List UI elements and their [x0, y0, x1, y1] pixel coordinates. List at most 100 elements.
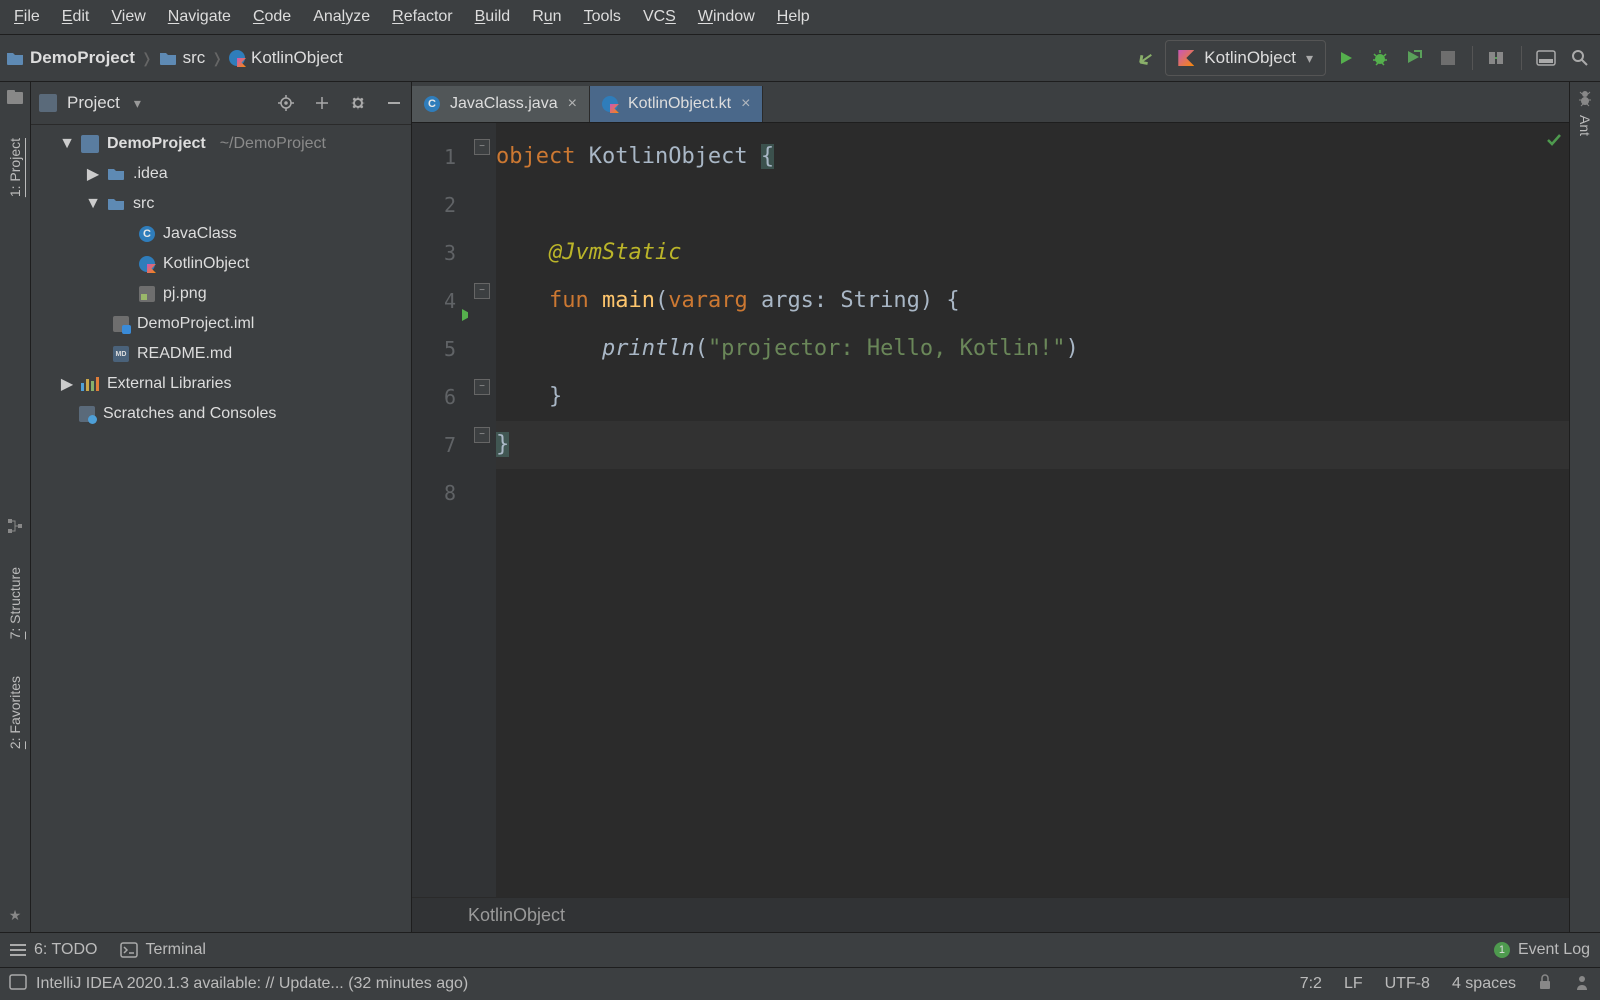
expand-arrow-icon[interactable]: ▶ — [87, 164, 99, 184]
tree-file-png[interactable]: pj.png — [31, 279, 411, 309]
tree-external-libraries[interactable]: ▶ External Libraries — [31, 369, 411, 399]
menu-window[interactable]: Window — [688, 4, 765, 30]
nav-toolbar: DemoProject ❭ src ❭ KotlinObject KotlinO… — [0, 35, 1600, 82]
event-count-badge: 1 — [1494, 942, 1510, 958]
locate-icon[interactable] — [277, 94, 295, 112]
tree-file-kotlin[interactable]: KotlinObject — [31, 249, 411, 279]
debug-button[interactable] — [1366, 44, 1394, 72]
run-button[interactable] — [1332, 44, 1360, 72]
line-number[interactable]: 3 — [412, 229, 468, 277]
toolwindow-tab-ant[interactable]: Ant — [1577, 111, 1593, 140]
ide-settings-icon[interactable] — [1532, 44, 1560, 72]
fold-marker-icon[interactable]: − — [474, 379, 490, 395]
menu-edit[interactable]: Edit — [52, 4, 100, 30]
markdown-file-icon — [113, 346, 129, 362]
line-number[interactable]: 6 — [412, 373, 468, 421]
file-encoding[interactable]: UTF-8 — [1385, 975, 1430, 993]
vcs-update-button[interactable] — [1483, 44, 1511, 72]
menu-tools[interactable]: Tools — [574, 4, 631, 30]
tree-file-iml[interactable]: DemoProject.iml — [31, 309, 411, 339]
coverage-button[interactable] — [1400, 44, 1428, 72]
expand-arrow-icon[interactable]: ▼ — [87, 195, 99, 213]
line-number[interactable]: 5 — [412, 325, 468, 373]
editor-tab[interactable]: KotlinObject.kt × — [590, 86, 764, 122]
status-icon[interactable] — [10, 975, 26, 994]
tree-src[interactable]: ▼ src — [31, 189, 411, 219]
toolwindow-tab-terminal[interactable]: Terminal — [121, 941, 205, 959]
menu-view[interactable]: View — [101, 4, 155, 30]
tree-file-readme[interactable]: README.md — [31, 339, 411, 369]
java-class-icon — [424, 96, 440, 112]
tab-label: JavaClass.java — [450, 95, 558, 113]
editor-tabs: JavaClass.java × KotlinObject.kt × — [412, 82, 1569, 123]
fold-marker-icon[interactable]: − — [474, 283, 490, 299]
close-icon[interactable]: × — [568, 95, 577, 113]
editor-breadcrumbs[interactable]: KotlinObject — [412, 897, 1569, 932]
line-number[interactable]: 1 — [412, 133, 468, 181]
toolwindow-tab-todo[interactable]: 6: TODO — [10, 941, 97, 959]
code-area[interactable]: object KotlinObject { @JvmStatic fun mai… — [496, 123, 1569, 897]
libraries-icon — [81, 377, 99, 391]
run-config-selector[interactable]: KotlinObject ▾ — [1165, 40, 1326, 76]
project-toolwindow-icon[interactable] — [6, 88, 24, 106]
ant-icon[interactable] — [1577, 90, 1593, 111]
line-number[interactable]: 7 — [412, 421, 468, 469]
close-icon[interactable]: × — [741, 95, 750, 113]
favorites-icon[interactable]: ★ — [9, 907, 22, 924]
menu-refactor[interactable]: Refactor — [382, 4, 462, 30]
tree-idea[interactable]: ▶ .idea — [31, 159, 411, 189]
status-message[interactable]: IntelliJ IDEA 2020.1.3 available: // Upd… — [36, 975, 468, 993]
breadcrumb-file[interactable]: KotlinObject — [251, 48, 343, 68]
status-bar: IntelliJ IDEA 2020.1.3 available: // Upd… — [0, 967, 1600, 1000]
toolwindow-tab-favorites[interactable]: 2: Favorites — [7, 672, 23, 753]
menu-build[interactable]: Build — [465, 4, 521, 30]
scratches-icon — [79, 406, 95, 422]
breadcrumb-project[interactable]: DemoProject — [30, 48, 135, 68]
stop-button[interactable] — [1434, 44, 1462, 72]
menu-navigate[interactable]: Navigate — [158, 4, 241, 30]
expand-all-icon[interactable] — [313, 94, 331, 112]
inspection-ok-icon[interactable] — [1545, 131, 1563, 152]
tree-scratches[interactable]: Scratches and Consoles — [31, 399, 411, 429]
project-header: Project ▾ — [31, 82, 411, 125]
tree-file-java[interactable]: JavaClass — [31, 219, 411, 249]
expand-arrow-icon[interactable]: ▼ — [61, 135, 73, 153]
toolwindow-tab-eventlog[interactable]: Event Log — [1518, 941, 1590, 959]
settings-icon[interactable] — [349, 94, 367, 112]
line-separator[interactable]: LF — [1344, 975, 1363, 993]
build-button[interactable] — [1131, 44, 1159, 72]
code-text[interactable]: object KotlinObject { @JvmStatic fun mai… — [496, 123, 1569, 469]
inspection-profile-icon[interactable] — [1574, 974, 1590, 995]
menu-code[interactable]: Code — [243, 4, 301, 30]
readonly-lock-icon[interactable] — [1538, 974, 1552, 995]
line-number[interactable]: 2 — [412, 181, 468, 229]
structure-toolwindow-icon[interactable] — [6, 517, 24, 535]
hide-icon[interactable] — [385, 94, 403, 112]
project-toolwindow-icon — [39, 94, 57, 112]
line-number[interactable]: 4 — [412, 277, 468, 325]
menu-help[interactable]: Help — [767, 4, 820, 30]
dropdown-icon[interactable]: ▾ — [134, 95, 141, 112]
toolwindow-tab-structure[interactable]: 7: Structure — [7, 563, 23, 643]
iml-file-icon — [113, 316, 129, 332]
breadcrumb-src[interactable]: src — [183, 48, 206, 68]
line-number[interactable]: 8 — [412, 469, 468, 517]
indent-setting[interactable]: 4 spaces — [1452, 975, 1516, 993]
editor-tab[interactable]: JavaClass.java × — [412, 86, 590, 122]
menu-file[interactable]: File — [4, 4, 50, 30]
tree-root[interactable]: ▼ DemoProject ~/DemoProject — [31, 129, 411, 159]
search-everywhere-button[interactable] — [1566, 44, 1594, 72]
tab-label: KotlinObject.kt — [628, 95, 731, 113]
editor-breadcrumb-item[interactable]: KotlinObject — [468, 905, 565, 926]
fold-marker-icon[interactable]: − — [474, 139, 490, 155]
expand-arrow-icon[interactable]: ▶ — [61, 374, 73, 394]
menu-run[interactable]: Run — [522, 4, 571, 30]
menu-vcs[interactable]: VCS — [633, 4, 686, 30]
caret-position[interactable]: 7:2 — [1300, 975, 1322, 993]
module-icon — [6, 49, 24, 67]
editor-column: JavaClass.java × KotlinObject.kt × 12345678… — [412, 82, 1569, 932]
menu-analyze[interactable]: Analyze — [303, 4, 380, 30]
project-tree[interactable]: ▼ DemoProject ~/DemoProject ▶ .idea ▼ sr… — [31, 125, 411, 932]
toolwindow-tab-project[interactable]: 1: Project — [7, 134, 23, 201]
fold-marker-icon[interactable]: − — [474, 427, 490, 443]
